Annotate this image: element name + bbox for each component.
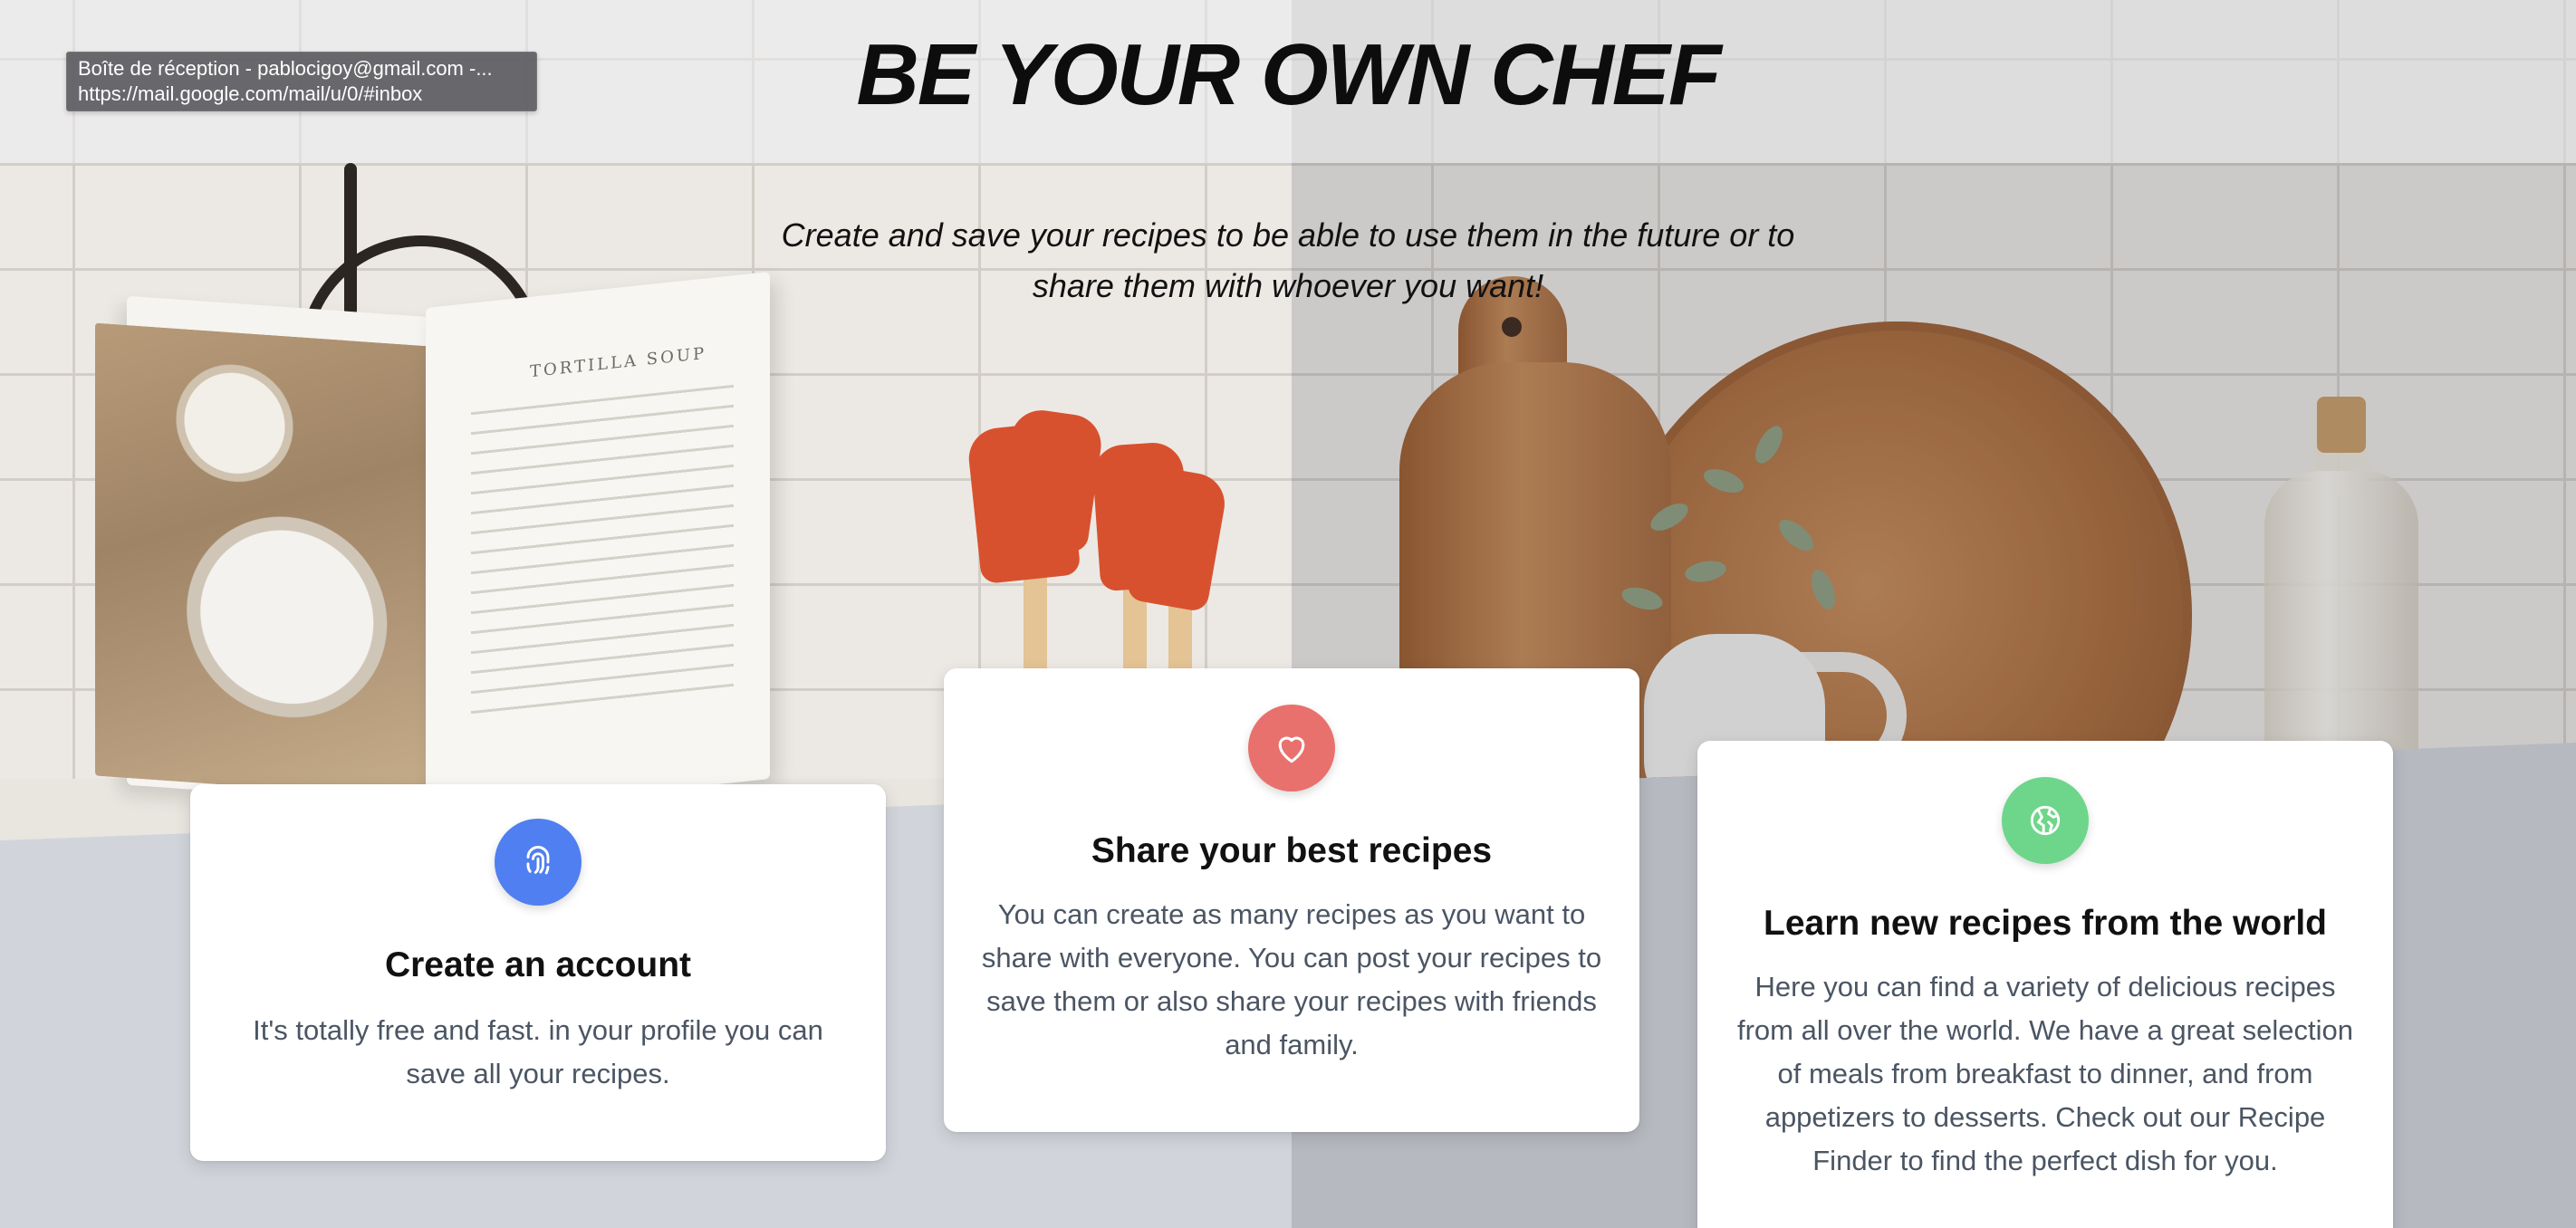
link-tooltip: Boîte de réception - pablocigoy@gmail.co… [66,52,537,111]
card-title: Share your best recipes [1091,831,1493,870]
feature-card-create-account: Create an account It's totally free and … [190,784,886,1161]
card-description: It's totally free and fast. in your prof… [253,1014,823,1089]
tooltip-title: Boîte de réception - pablocigoy@gmail.co… [78,57,493,80]
card-description: You can create as many recipes as you wa… [981,898,1602,1060]
feature-card-learn-recipes: Learn new recipes from the world Here yo… [1697,741,2393,1228]
cookbook-text-lines [471,384,734,721]
red-spatula [996,406,1105,554]
globe-icon [2002,777,2089,864]
feature-card-share-recipes: Share your best recipes You can create a… [944,668,1639,1132]
cookbook-photo [95,322,444,801]
cookbook-stand [344,163,357,317]
tooltip-url: https://mail.google.com/mail/u/0/#inbox [78,82,423,105]
card-title: Learn new recipes from the world [1764,904,2327,943]
fingerprint-icon [495,819,582,906]
heart-icon [1248,705,1335,791]
page-subtitle: Create and save your recipes to be able … [781,216,1795,304]
card-description: Here you can find a variety of delicious… [1736,971,2354,1176]
card-title: Create an account [384,945,692,984]
